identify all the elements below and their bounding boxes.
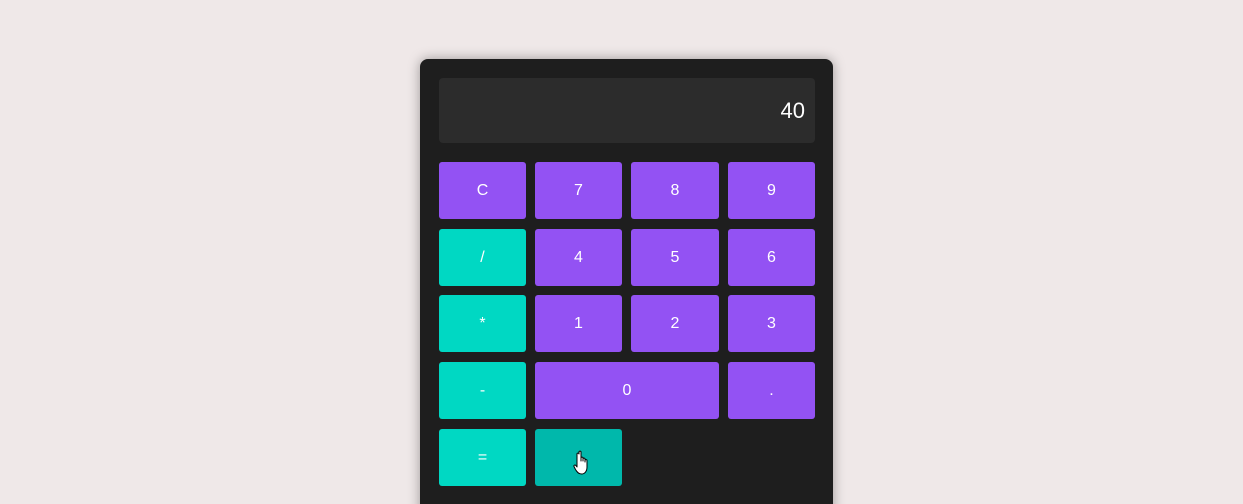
key-8-button[interactable]: 8 [631, 162, 719, 219]
key-3-button[interactable]: 3 [728, 295, 815, 352]
key-9-button[interactable]: 9 [728, 162, 815, 219]
subtract-button[interactable]: - [439, 362, 526, 419]
key-6-button[interactable]: 6 [728, 229, 815, 286]
equals-button[interactable]: = [439, 429, 526, 486]
display-value: 40 [780, 97, 805, 123]
calculator-display: 40 [439, 78, 815, 143]
key-1-button[interactable]: 1 [535, 295, 622, 352]
page: 40 C 7 8 9 / 4 5 6 * 1 2 3 - 0 . = [0, 0, 1243, 504]
key-7-button[interactable]: 7 [535, 162, 622, 219]
add-button[interactable] [535, 429, 622, 486]
key-0-button[interactable]: 0 [535, 362, 719, 419]
multiply-button[interactable]: * [439, 295, 526, 352]
key-5-button[interactable]: 5 [631, 229, 719, 286]
divide-button[interactable]: / [439, 229, 526, 286]
clear-button[interactable]: C [439, 162, 526, 219]
calculator: 40 C 7 8 9 / 4 5 6 * 1 2 3 - 0 . = [420, 59, 833, 504]
decimal-button[interactable]: . [728, 362, 815, 419]
key-2-button[interactable]: 2 [631, 295, 719, 352]
key-4-button[interactable]: 4 [535, 229, 622, 286]
